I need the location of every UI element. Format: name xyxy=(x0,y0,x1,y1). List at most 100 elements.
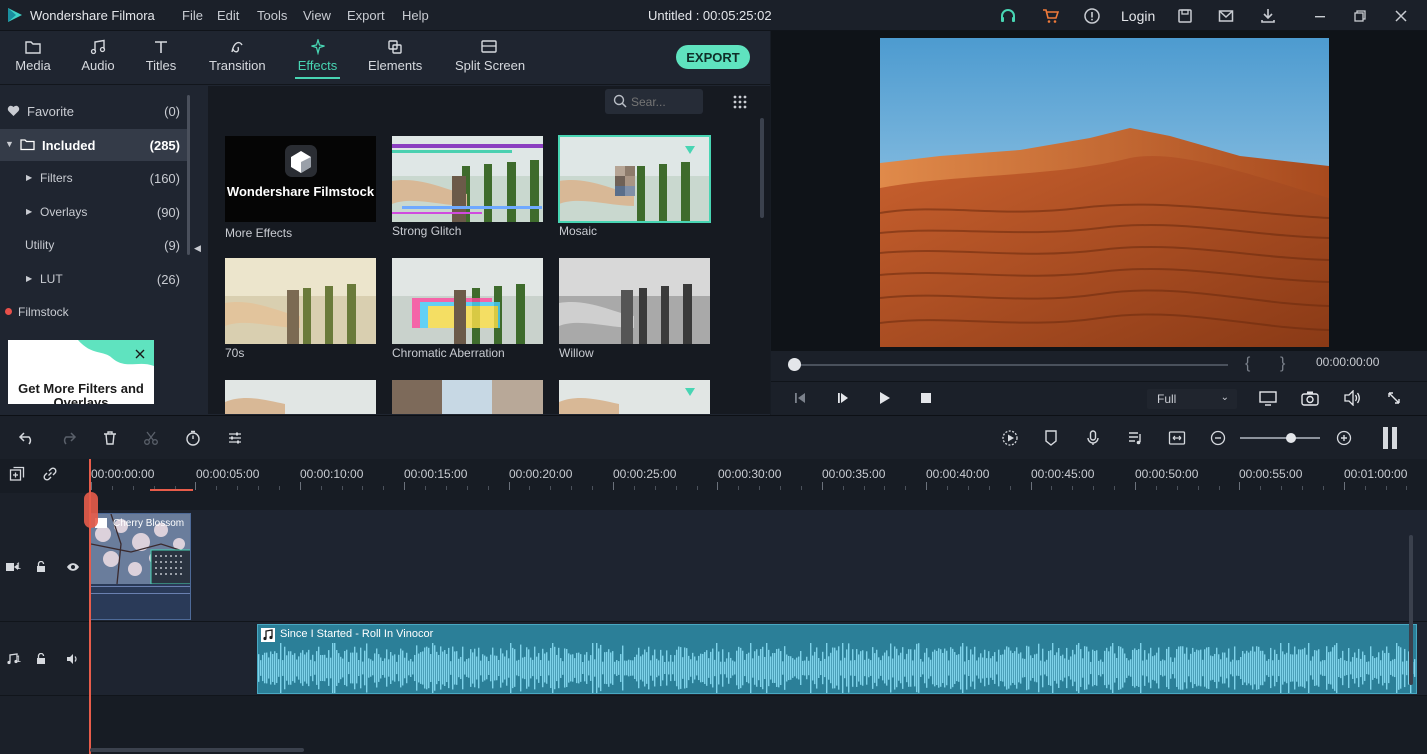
transition-icon xyxy=(231,41,243,53)
tab-titles[interactable]: Titles xyxy=(144,31,178,85)
restore-icon[interactable] xyxy=(1350,6,1370,26)
info-icon[interactable] xyxy=(1082,6,1102,26)
effect-thumb-strong-glitch[interactable] xyxy=(392,136,543,222)
volume-icon[interactable] xyxy=(1342,388,1362,408)
marker-icon[interactable] xyxy=(1041,429,1061,447)
sidebar-item-favorite[interactable]: Favorite (0) xyxy=(0,95,188,127)
delete-icon[interactable] xyxy=(100,429,120,447)
search-box[interactable] xyxy=(605,89,703,114)
eye-icon[interactable] xyxy=(65,560,81,574)
mail-icon[interactable] xyxy=(1216,6,1236,26)
waveform-bar xyxy=(258,654,260,682)
adjust-sliders-icon[interactable] xyxy=(225,429,245,447)
tab-audio[interactable]: Audio xyxy=(80,31,116,85)
menu-view[interactable]: View xyxy=(303,8,331,23)
waveform-bar xyxy=(266,652,268,684)
audio-mixer-icon[interactable] xyxy=(1125,429,1145,447)
headset-icon[interactable] xyxy=(998,6,1018,26)
timeline-vertical-scrollbar[interactable] xyxy=(1409,535,1413,685)
mark-out-button[interactable]: } xyxy=(1280,355,1285,373)
waveform-bar xyxy=(824,658,826,678)
add-track-icon[interactable] xyxy=(9,466,25,481)
effect-thumb-more-effects[interactable]: Wondershare Filmstock xyxy=(225,136,376,222)
snapshot-icon[interactable] xyxy=(1300,388,1320,408)
save-icon[interactable] xyxy=(1175,6,1195,26)
menu-file[interactable]: File xyxy=(182,8,203,23)
effect-thumb-chromatic-aberration[interactable] xyxy=(392,258,543,344)
tab-split-screen[interactable]: Split Screen xyxy=(455,31,525,85)
menu-edit[interactable]: Edit xyxy=(217,8,239,23)
effect-thumb-70s[interactable] xyxy=(225,258,376,344)
play-icon[interactable] xyxy=(874,388,894,408)
waveform-bar xyxy=(1028,646,1030,690)
download-icon[interactable] xyxy=(1258,6,1278,26)
waveform-bar xyxy=(1236,660,1238,676)
microphone-icon[interactable] xyxy=(1083,429,1103,447)
zoom-out-icon[interactable] xyxy=(1208,429,1228,447)
waveform-bar xyxy=(1272,660,1274,676)
waveform-bar xyxy=(280,643,282,693)
sidebar-item-lut[interactable]: ▶ LUT (26) xyxy=(0,263,188,295)
timeline-pause-icon[interactable] xyxy=(1382,426,1398,450)
link-icon[interactable] xyxy=(42,467,58,481)
cart-icon[interactable] xyxy=(1040,6,1060,26)
render-preview-icon[interactable] xyxy=(1000,429,1020,447)
zoom-in-icon[interactable] xyxy=(1334,429,1354,447)
display-icon[interactable] xyxy=(1258,388,1278,408)
sidebar-scrollbar[interactable] xyxy=(187,95,190,255)
quality-select[interactable]: Full ⌄ xyxy=(1147,389,1237,409)
sidebar-item-utility[interactable]: Utility (9) xyxy=(0,229,188,261)
menu-help[interactable]: Help xyxy=(402,8,429,23)
fullscreen-icon[interactable] xyxy=(1384,388,1404,408)
effect-thumb-row3-2[interactable] xyxy=(392,380,543,414)
effect-thumb-row3-1[interactable] xyxy=(225,380,376,414)
minimize-icon[interactable] xyxy=(1310,6,1330,26)
sidebar-item-filmstock[interactable]: Filmstock xyxy=(0,296,188,328)
menu-tools[interactable]: Tools xyxy=(257,8,287,23)
speed-timer-icon[interactable] xyxy=(183,429,203,447)
close-icon[interactable] xyxy=(1391,6,1411,26)
waveform-bar xyxy=(278,659,280,677)
speaker-icon[interactable] xyxy=(65,652,81,666)
zoom-slider-knob[interactable] xyxy=(1286,433,1296,443)
effect-thumb-willow[interactable] xyxy=(559,258,710,344)
waveform-bar xyxy=(726,658,728,678)
lock-icon[interactable] xyxy=(33,652,49,666)
zoom-slider-track[interactable] xyxy=(1240,437,1320,439)
redo-icon[interactable] xyxy=(58,429,78,447)
stop-icon[interactable] xyxy=(916,388,936,408)
sidebar-item-filters[interactable]: ▶ Filters (160) xyxy=(0,162,188,194)
previous-frame-icon[interactable] xyxy=(790,388,810,408)
login-button[interactable]: Login xyxy=(1121,8,1155,24)
filmstock-ad-banner[interactable]: Get More Filters and Overlays xyxy=(8,340,154,404)
search-input[interactable] xyxy=(631,93,697,110)
effects-grid-scrollbar[interactable] xyxy=(760,118,764,218)
effect-thumb-mosaic[interactable] xyxy=(558,135,711,223)
playhead-handle[interactable] xyxy=(84,492,98,528)
lock-icon[interactable] xyxy=(33,560,49,574)
tab-transition[interactable]: Transition xyxy=(209,31,266,85)
audio-clip[interactable]: Since I Started - Roll In Vinocor xyxy=(257,624,1417,694)
tab-elements[interactable]: Elements xyxy=(368,31,422,85)
sidebar-item-overlays[interactable]: ▶ Overlays (90) xyxy=(0,196,188,228)
video-track[interactable] xyxy=(90,510,1427,622)
timeline-horizontal-scrollbar[interactable] xyxy=(90,748,304,752)
export-button[interactable]: EXPORT xyxy=(676,45,750,69)
waveform-bar xyxy=(702,653,704,683)
tab-effects[interactable]: Effects xyxy=(295,31,340,85)
preview-progress-track[interactable] xyxy=(794,364,1228,366)
mark-in-button[interactable]: { xyxy=(1245,355,1250,373)
tab-media[interactable]: Media xyxy=(14,31,52,85)
play-frame-icon[interactable] xyxy=(833,388,853,408)
sidebar-item-included[interactable]: ▼ Included (285) xyxy=(0,129,188,161)
effect-thumb-row3-3[interactable] xyxy=(559,380,710,414)
video-clip[interactable]: Cherry Blossom xyxy=(90,513,191,620)
menu-export[interactable]: Export xyxy=(347,8,385,23)
collapse-sidebar-icon[interactable]: ◀ xyxy=(194,243,202,253)
grid-view-icon[interactable] xyxy=(732,94,748,110)
playhead[interactable] xyxy=(89,459,91,754)
cut-icon[interactable] xyxy=(141,429,161,447)
undo-icon[interactable] xyxy=(17,429,37,447)
preview-progress-knob[interactable] xyxy=(788,358,801,371)
fit-timeline-icon[interactable] xyxy=(1167,429,1187,447)
